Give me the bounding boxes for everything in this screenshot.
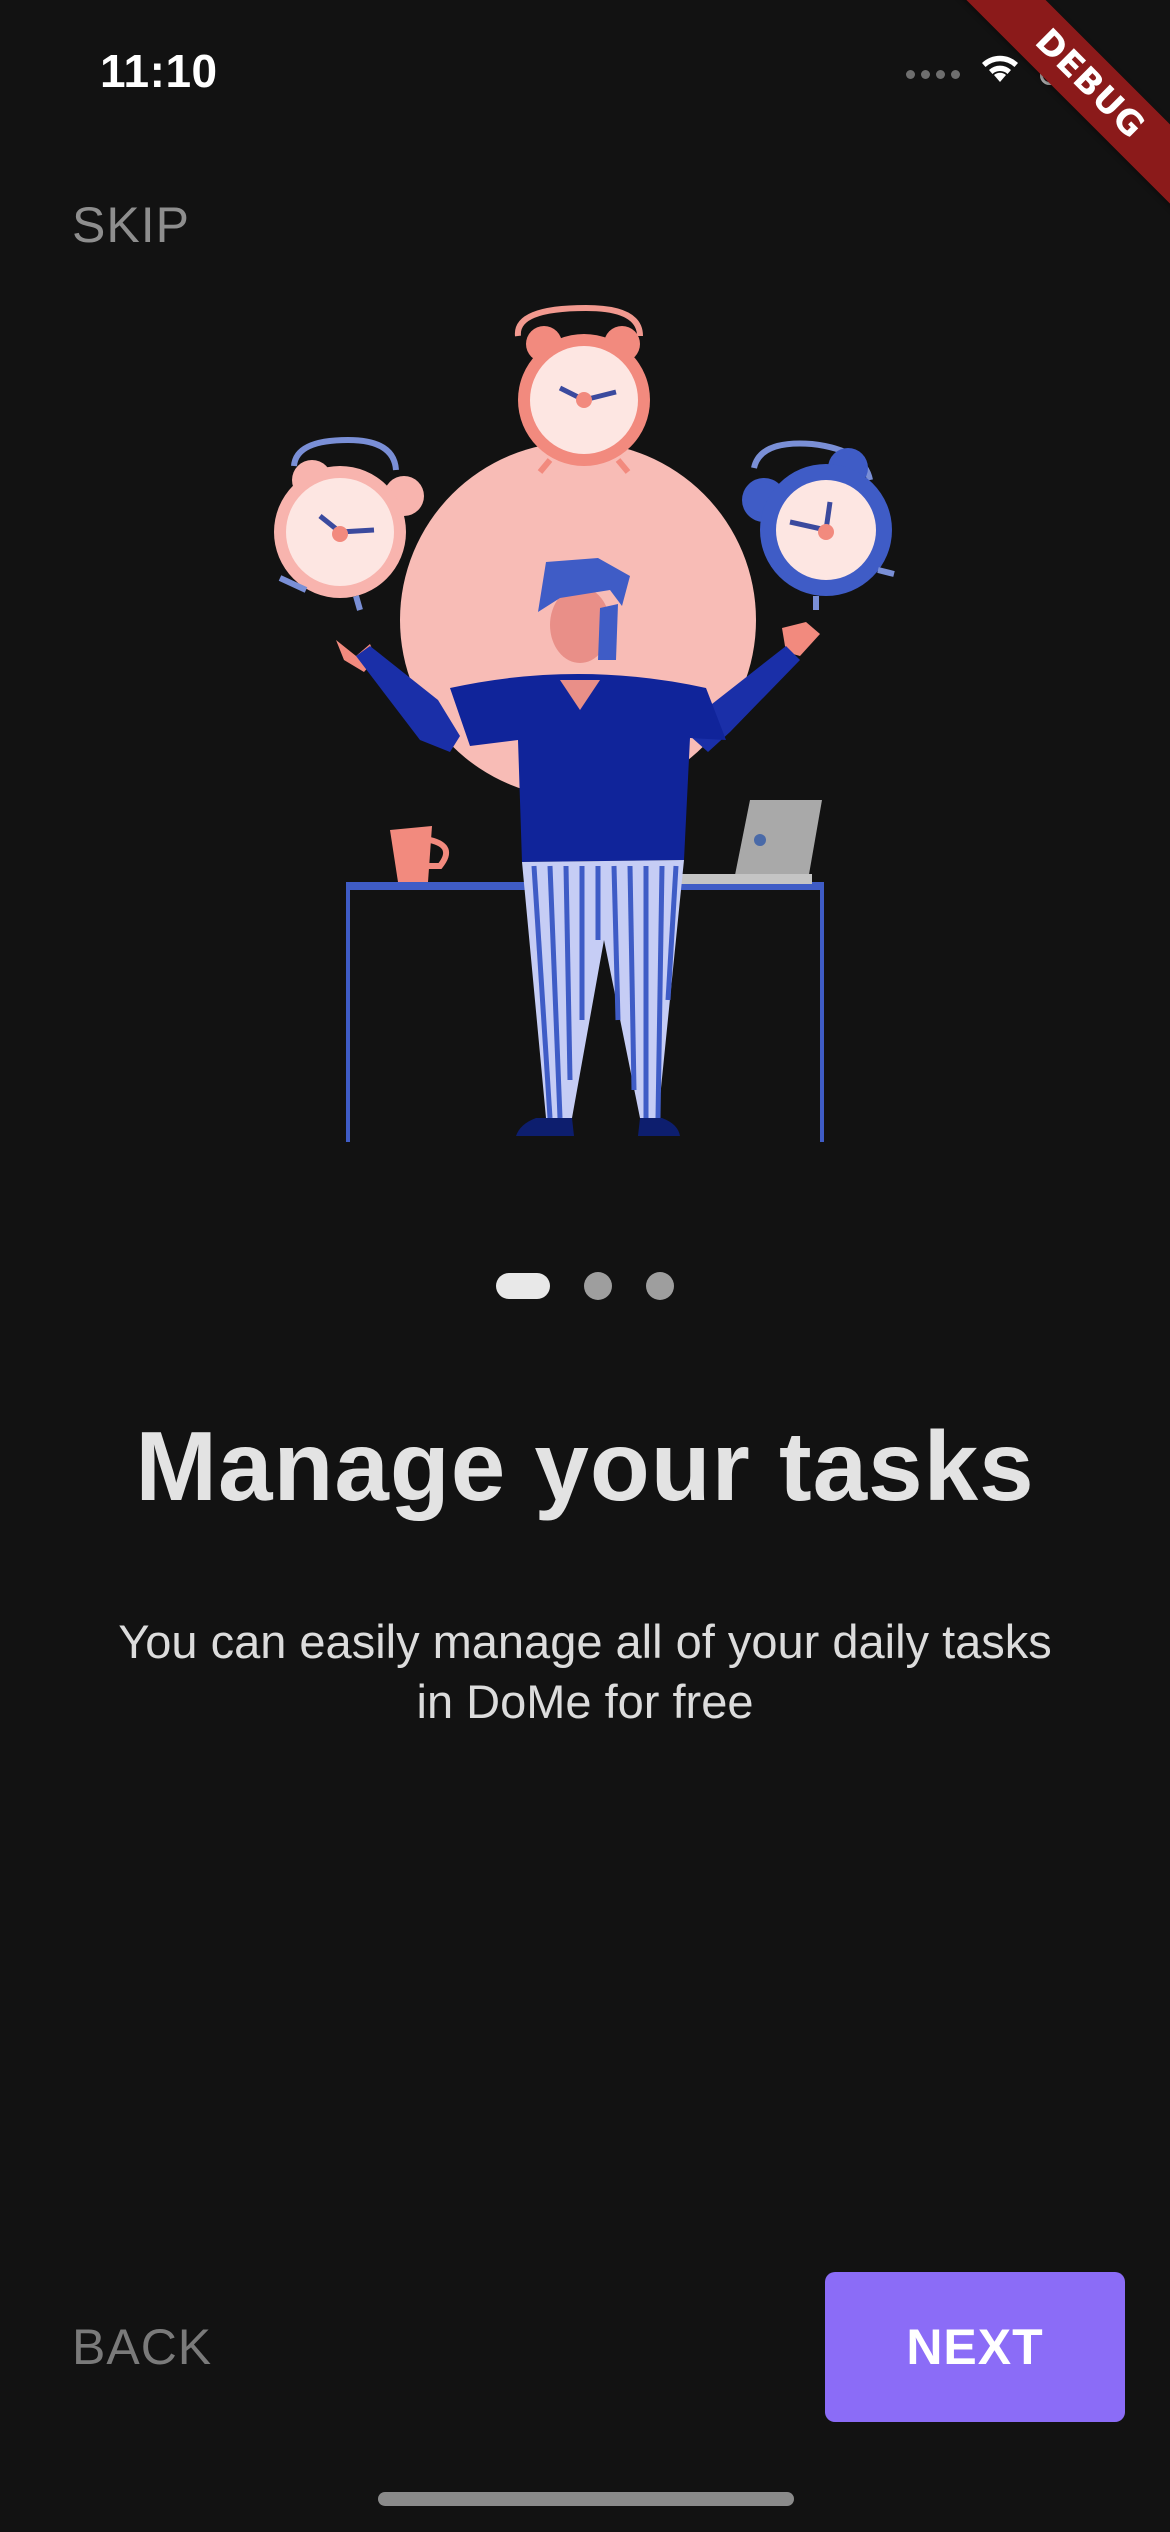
page-indicator — [0, 1272, 1170, 1300]
skip-button[interactable]: SKIP — [72, 196, 190, 254]
next-button[interactable]: NEXT — [825, 2272, 1125, 2422]
onboarding-subtitle: You can easily manage all of your daily … — [118, 1615, 1052, 1728]
page-dot[interactable] — [584, 1272, 612, 1300]
page-dot[interactable] — [646, 1272, 674, 1300]
alarm-clock-left-icon — [274, 436, 424, 611]
back-button[interactable]: BACK — [72, 2318, 212, 2376]
onboarding-illustration — [260, 300, 920, 1160]
page-dot-active[interactable] — [496, 1273, 550, 1299]
signal-icon — [906, 55, 960, 83]
debug-label: DEBUG — [949, 0, 1170, 225]
onboarding-title: Manage your tasks — [135, 1411, 1035, 1521]
status-time: 11:10 — [100, 45, 218, 97]
status-icons — [906, 52, 1106, 86]
home-indicator — [378, 2492, 794, 2506]
debug-banner: DEBUG — [910, 0, 1170, 260]
wifi-icon — [978, 52, 1022, 86]
battery-icon — [1040, 53, 1106, 85]
alarm-clock-right-icon — [742, 440, 895, 610]
